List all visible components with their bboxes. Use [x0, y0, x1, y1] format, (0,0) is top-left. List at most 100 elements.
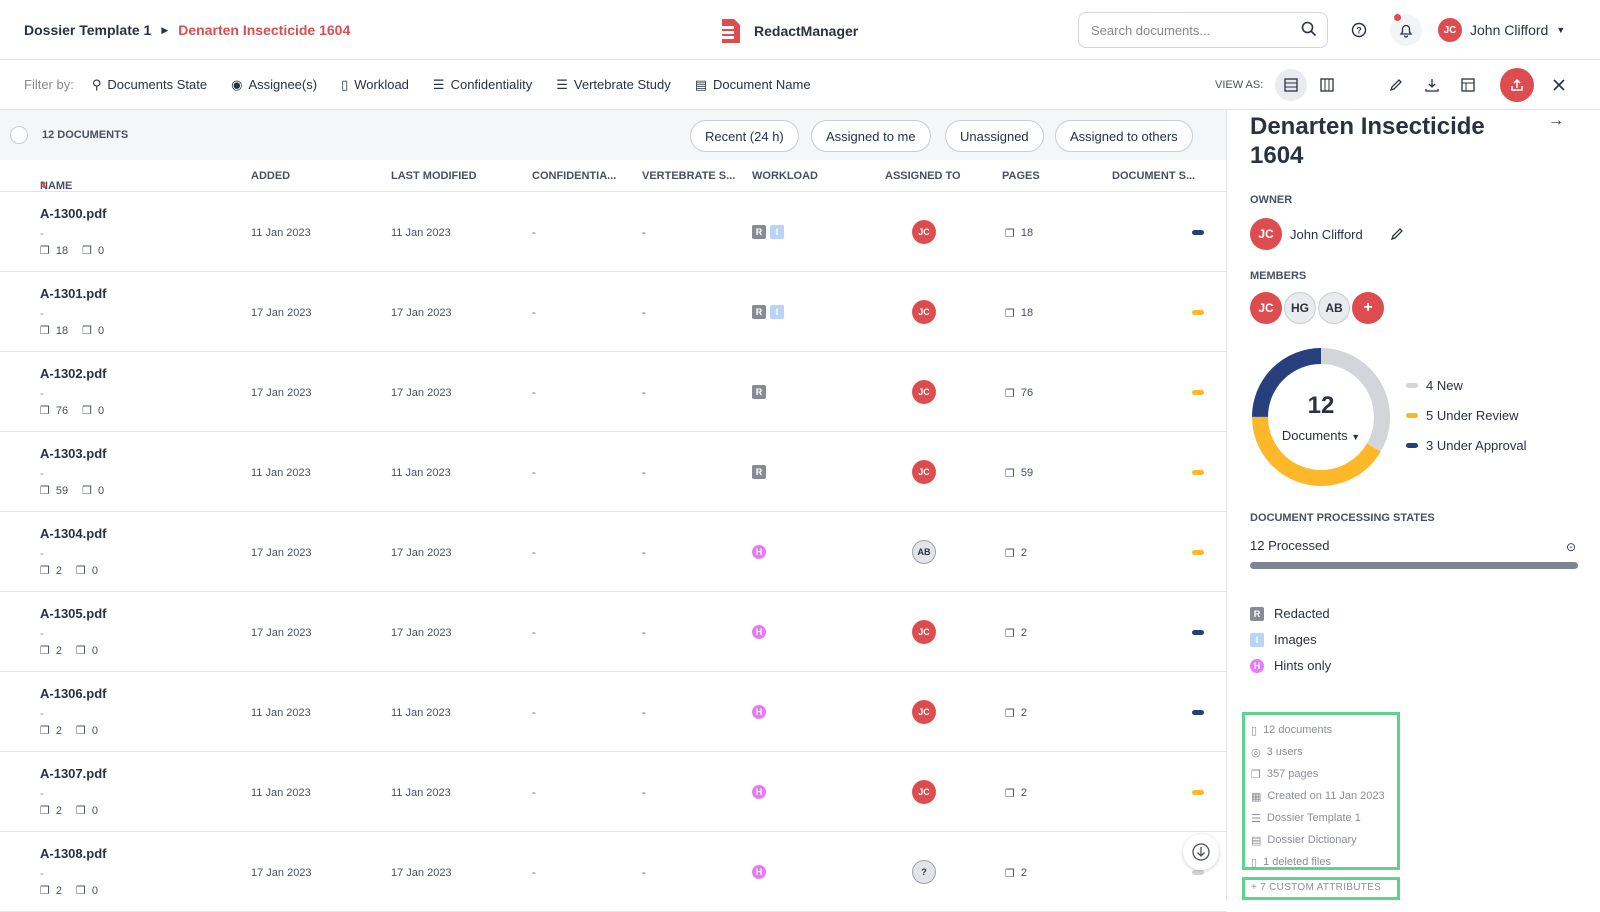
download-icon[interactable] [1416, 69, 1448, 101]
dictionary-icon: ▤ [1251, 834, 1262, 847]
table-row[interactable]: A-1303.pdf - ❐ 59 ❐ 0 11 Jan 2023 11 Jan 20… [0, 432, 1226, 512]
assignee-avatar[interactable]: ? [912, 860, 936, 884]
annotations-count: 0 [98, 404, 105, 417]
pages-icon: ❐ [40, 245, 50, 257]
add-member-button[interactable]: + [1352, 292, 1384, 324]
filter-confidentiality[interactable]: ☰ Confidentiality [433, 77, 532, 93]
search-input[interactable]: Search documents... [1078, 12, 1328, 48]
modified-date: 17 Jan 2023 [391, 627, 452, 639]
location-pin-icon: ⚲ [91, 76, 102, 92]
member-avatar[interactable]: HG [1284, 292, 1316, 324]
assignee-avatar[interactable]: JC [912, 700, 936, 724]
column-confidentiality[interactable]: CONFIDENTIA... [532, 170, 616, 182]
quick-filter-assigned-to-me[interactable]: Assigned to me [811, 120, 931, 152]
legend-new[interactable]: 4 New [1406, 378, 1463, 393]
app-logo[interactable]: RedactManager [716, 16, 858, 46]
modified-date: 11 Jan 2023 [391, 467, 451, 479]
filter-documents-state[interactable]: ⚲ Documents State [92, 77, 207, 93]
workload-badge-icon: H [752, 865, 766, 879]
breadcrumb-parent[interactable]: Dossier Template 1 [24, 22, 151, 38]
column-added[interactable]: ADDED [251, 170, 290, 182]
legend-under-review[interactable]: 5 Under Review [1406, 408, 1519, 423]
assignee-avatar[interactable]: AB [912, 540, 936, 564]
table-row[interactable]: A-1301.pdf - ❐ 18 ❐ 0 17 Jan 2023 17 Jan 20… [0, 272, 1226, 352]
table-row[interactable]: A-1306.pdf - ❐ 2 ❐ 0 11 Jan 2023 11 Jan 202… [0, 672, 1226, 752]
column-pages[interactable]: PAGES [1002, 170, 1040, 182]
assignee-avatar[interactable]: JC [912, 460, 936, 484]
file-name[interactable]: A-1304.pdf [40, 526, 106, 541]
legend-under-approval[interactable]: 3 Under Approval [1406, 438, 1526, 453]
table-row[interactable]: A-1304.pdf - ❐ 2 ❐ 0 17 Jan 2023 17 Jan 202… [0, 512, 1226, 592]
collapse-arrow-icon[interactable]: → [1548, 112, 1564, 130]
processing-states-label: DOCUMENT PROCESSING STATES [1250, 512, 1435, 524]
stat-label: Created on 11 Jan 2023 [1267, 790, 1385, 802]
member-avatar[interactable]: AB [1318, 292, 1350, 324]
assignee-avatar[interactable]: JC [912, 620, 936, 644]
dossier-title: Denarten Insecticide 1604 [1250, 113, 1485, 169]
column-assigned-to[interactable]: ASSIGNED TO [885, 170, 961, 182]
member-avatar[interactable]: JC [1250, 292, 1282, 324]
stat-dictionary[interactable]: ▤ Dossier Dictionary [1251, 829, 1391, 851]
edit-owner-pencil-icon[interactable] [1389, 226, 1405, 242]
quick-filter-unassigned[interactable]: Unassigned [945, 120, 1044, 152]
stat-deleted-files[interactable]: ▯ 1 deleted files [1251, 851, 1391, 873]
scroll-down-icon[interactable] [1183, 834, 1219, 870]
caret-down-icon: ▼ [1351, 432, 1361, 442]
filter-document-name[interactable]: ▤ Document Name [695, 77, 811, 93]
report-table-icon[interactable] [1452, 69, 1484, 101]
pages-icon: ❐ [40, 645, 50, 657]
assignee-avatar[interactable]: JC [912, 780, 936, 804]
pages-icon: ❐ [1005, 548, 1015, 560]
calendar-icon: ▦ [1251, 790, 1262, 803]
filter-workload[interactable]: ▯ Workload [341, 77, 409, 93]
workload-label: Images [1274, 632, 1317, 647]
close-icon[interactable] [1543, 69, 1575, 101]
workload-badge-icon: R [752, 465, 766, 479]
column-document-status[interactable]: DOCUMENT S... [1112, 170, 1195, 182]
filter-vertebrate-study[interactable]: ☰ Vertebrate Study [556, 77, 671, 93]
select-all-checkbox[interactable] [10, 126, 28, 144]
workload-legend-redacted: R Redacted [1250, 606, 1330, 621]
edit-pencil-icon[interactable] [1380, 69, 1412, 101]
breadcrumb-current[interactable]: Denarten Insecticide 1604 [178, 22, 350, 38]
quick-filter-assigned-to-others[interactable]: Assigned to others [1055, 120, 1193, 152]
table-row[interactable]: A-1300.pdf - ❐ 18 ❐ 0 11 Jan 2023 11 Jan 20… [0, 192, 1226, 272]
file-name[interactable]: A-1303.pdf [40, 446, 106, 461]
notifications-bell-icon[interactable] [1390, 14, 1422, 46]
file-name[interactable]: A-1306.pdf [40, 686, 106, 701]
file-name[interactable]: A-1307.pdf [40, 766, 106, 781]
table-row[interactable]: A-1308.pdf - ❐ 2 ❐ 0 17 Jan 2023 17 Jan 202… [0, 832, 1226, 912]
user-menu[interactable]: JC John Clifford ▼ [1438, 18, 1565, 42]
column-last-modified[interactable]: LAST MODIFIED [391, 170, 477, 182]
assignee-avatar[interactable]: JC [912, 220, 936, 244]
table-row[interactable]: A-1302.pdf - ❐ 76 ❐ 0 17 Jan 2023 17 Jan 20… [0, 352, 1226, 432]
annotations-icon: ❐ [82, 245, 92, 257]
search-icon[interactable] [1301, 21, 1317, 37]
pages-cell: ❐ 76 [1005, 387, 1033, 400]
filter-assignees[interactable]: ◉ Assignee(s) [231, 77, 317, 93]
table-row[interactable]: A-1305.pdf - ❐ 2 ❐ 0 17 Jan 2023 17 Jan 202… [0, 592, 1226, 672]
list-view-icon[interactable] [1275, 69, 1307, 101]
custom-attributes-link[interactable]: + 7 CUSTOM ATTRIBUTES [1242, 877, 1400, 900]
help-icon[interactable]: ? [1343, 14, 1375, 46]
file-subtitle: - [40, 708, 44, 720]
board-view-icon[interactable] [1311, 69, 1343, 101]
file-name[interactable]: A-1302.pdf [40, 366, 106, 381]
column-workload[interactable]: WORKLOAD [752, 170, 818, 182]
file-name[interactable]: A-1305.pdf [40, 606, 106, 621]
assignee-avatar[interactable]: JC [912, 300, 936, 324]
file-meta: ❐ 2 ❐ 0 [40, 644, 98, 658]
annotations-count: 0 [98, 484, 105, 497]
file-name[interactable]: A-1301.pdf [40, 286, 106, 301]
assignee-avatar[interactable]: JC [912, 380, 936, 404]
upload-share-icon[interactable] [1500, 68, 1534, 102]
file-name[interactable]: A-1300.pdf [40, 206, 106, 221]
pages-icon: ❐ [40, 325, 50, 337]
table-row[interactable]: A-1307.pdf - ❐ 2 ❐ 0 11 Jan 2023 11 Jan 202… [0, 752, 1226, 832]
file-name[interactable]: A-1308.pdf [40, 846, 106, 861]
column-vertebrate-study[interactable]: VERTEBRATE S... [642, 170, 735, 182]
vertebrate-value: - [642, 787, 646, 799]
quick-filter-recent[interactable]: Recent (24 h) [690, 120, 799, 152]
confidentiality-value: - [532, 547, 536, 559]
donut-documents-dropdown[interactable]: Documents ▼ [1250, 428, 1392, 443]
